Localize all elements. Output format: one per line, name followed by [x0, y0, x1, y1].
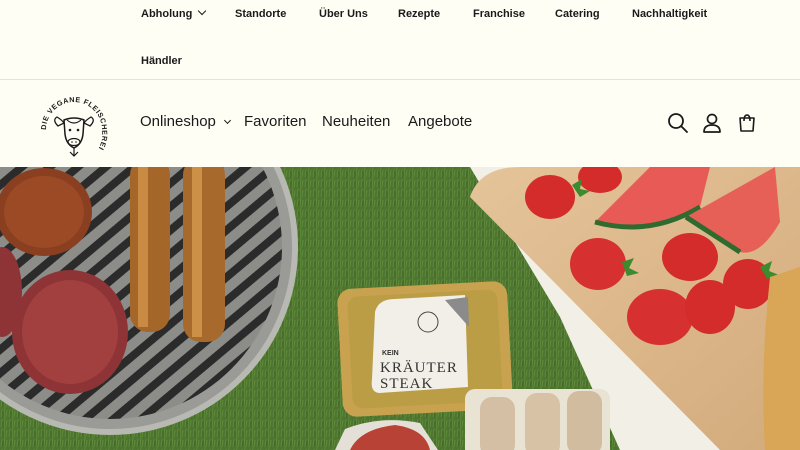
- nav-item-favoriten[interactable]: Favoriten: [244, 113, 307, 130]
- top-navigation: Abholung Standorte Über Uns Rezepte Fran…: [0, 0, 800, 80]
- topnav-item-rezepte[interactable]: Rezepte: [398, 8, 440, 20]
- search-icon[interactable]: [666, 111, 690, 135]
- site-header: DIE VEGANE FLEISCHEREI Onlineshop Favori…: [0, 81, 800, 167]
- logo-cow-icon: DIE VEGANE FLEISCHEREI: [39, 95, 109, 157]
- topnav-item-franchise[interactable]: Franchise: [473, 8, 525, 20]
- topnav-item-nachhaltigkeit[interactable]: Nachhaltigkeit: [632, 8, 707, 20]
- nav-item-onlineshop[interactable]: Onlineshop: [140, 113, 231, 130]
- topnav-item-abholung[interactable]: Abholung: [141, 6, 207, 20]
- product-label-line2: KRÄUTER: [380, 359, 458, 376]
- hero-image: KEIN KRÄUTER STEAK: [0, 167, 800, 450]
- nav-item-label: Onlineshop: [140, 113, 216, 130]
- product-label-line1: KEIN: [382, 350, 399, 357]
- chevron-down-icon: [198, 6, 207, 16]
- cart-icon[interactable]: [735, 111, 759, 135]
- nav-item-neuheiten[interactable]: Neuheiten: [322, 113, 390, 130]
- hero-banner[interactable]: KEIN KRÄUTER STEAK: [0, 167, 800, 450]
- logo[interactable]: DIE VEGANE FLEISCHEREI: [36, 90, 112, 160]
- chevron-down-icon: [223, 116, 231, 125]
- topnav-item-catering[interactable]: Catering: [555, 8, 600, 20]
- product-label-line3: STEAK: [380, 376, 433, 392]
- topnav-item-standorte[interactable]: Standorte: [235, 8, 286, 20]
- topnav-item-haendler[interactable]: Händler: [141, 55, 182, 67]
- account-icon[interactable]: [700, 111, 724, 135]
- topnav-item-ueber-uns[interactable]: Über Uns: [319, 8, 368, 20]
- topnav-item-label: Abholung: [141, 8, 193, 20]
- nav-item-angebote[interactable]: Angebote: [408, 113, 472, 130]
